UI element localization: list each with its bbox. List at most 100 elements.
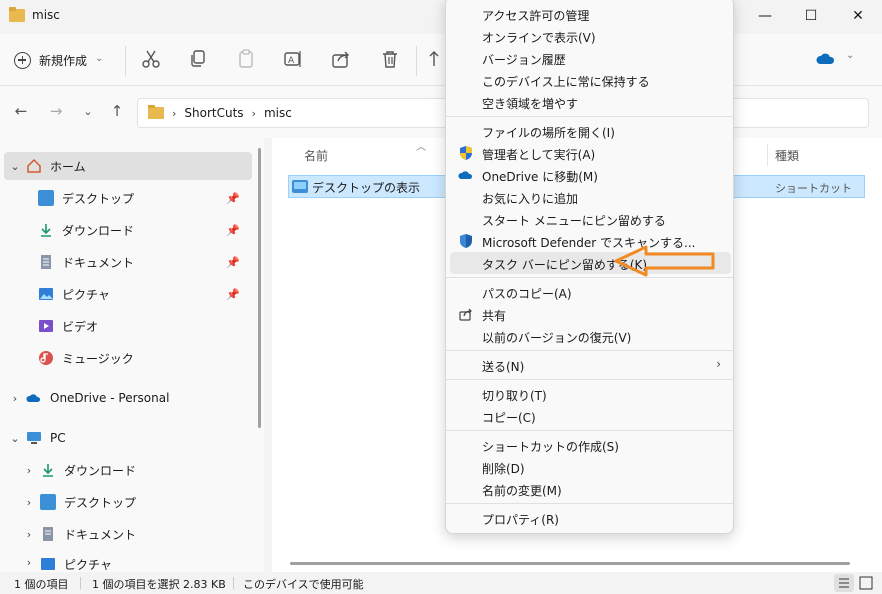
menu-item-run-as-admin[interactable]: 管理者として実行(A) xyxy=(450,142,731,164)
column-divider[interactable] xyxy=(767,144,768,166)
chevron-right-icon[interactable]: › xyxy=(4,392,26,405)
menu-item-cut[interactable]: 切り取り(T) xyxy=(450,383,731,405)
chevron-right-icon: › xyxy=(716,357,721,371)
menu-item-label: 削除(D) xyxy=(482,462,525,476)
chevron-down-icon[interactable]: ⌄ xyxy=(4,432,26,445)
menu-item-free-up-space[interactable]: 空き領域を増やす xyxy=(450,91,731,113)
recent-locations-button[interactable]: ⌄ xyxy=(77,105,99,118)
back-button[interactable]: ← xyxy=(10,102,32,120)
chevron-right-icon: › xyxy=(172,106,177,120)
sidebar-item-label: ダウンロード xyxy=(64,463,137,478)
sidebar-item-label: ダウンロード xyxy=(62,223,135,238)
share-icon[interactable] xyxy=(330,48,352,70)
menu-item-label: 空き領域を増やす xyxy=(482,97,579,111)
menu-item-view-online[interactable]: オンラインで表示(V) xyxy=(450,25,731,47)
sidebar-item-pc-pictures[interactable]: › ピクチャ xyxy=(18,552,254,572)
sidebar-scrollbar[interactable] xyxy=(258,148,261,428)
menu-item-copy[interactable]: コピー(C) xyxy=(450,405,731,427)
tiles-view-icon[interactable] xyxy=(856,574,876,592)
menu-item-label: 管理者として実行(A) xyxy=(482,148,596,162)
chevron-right-icon[interactable]: › xyxy=(18,464,40,477)
menu-item-move-to-onedrive[interactable]: OneDrive に移動(M) xyxy=(450,164,731,186)
sidebar-item-pc[interactable]: ⌄ PC xyxy=(4,424,254,452)
cut-icon[interactable] xyxy=(140,48,162,70)
pin-icon[interactable]: 📌 xyxy=(226,192,240,205)
menu-item-version-history[interactable]: バージョン履歴 xyxy=(450,47,731,69)
sidebar-item-label: デスクトップ xyxy=(62,191,135,206)
copy-icon[interactable] xyxy=(187,48,209,70)
up-button[interactable]: ↑ xyxy=(106,102,128,120)
sidebar-item-documents[interactable]: ドキュメント 📌 xyxy=(38,248,256,276)
menu-item-restore-previous[interactable]: 以前のバージョンの復元(V) xyxy=(450,325,731,347)
menu-item-label: オンラインで表示(V) xyxy=(482,31,596,45)
sidebar-item-pc-desktop[interactable]: › デスクトップ xyxy=(18,488,254,516)
window-title: misc xyxy=(32,8,60,22)
minimize-button[interactable]: — xyxy=(742,0,788,32)
toolbar-divider xyxy=(125,46,126,76)
desktop-icon xyxy=(38,190,54,206)
menu-item-copy-path[interactable]: パスのコピー(A) xyxy=(450,281,731,303)
horizontal-scrollbar[interactable] xyxy=(290,562,850,565)
menu-item-pin-to-start[interactable]: スタート メニューにピン留めする xyxy=(450,208,731,230)
title-bar: misc — ☐ ✕ xyxy=(0,0,882,34)
sidebar-item-onedrive[interactable]: › OneDrive - Personal xyxy=(4,384,254,412)
sidebar-item-home[interactable]: ⌄ ホーム xyxy=(4,152,252,180)
sidebar-item-label: ピクチャ xyxy=(64,558,112,572)
new-button[interactable]: 新規作成 ⌄ xyxy=(14,47,103,73)
menu-item-open-file-location[interactable]: ファイルの場所を開く(I) xyxy=(450,120,731,142)
onedrive-cloud-icon xyxy=(26,394,41,402)
menu-item-add-to-favorites[interactable]: お気に入りに追加 xyxy=(450,186,731,208)
pin-icon[interactable]: 📌 xyxy=(226,288,240,301)
sidebar-item-pc-documents[interactable]: › ドキュメント xyxy=(18,520,254,548)
plus-icon xyxy=(14,51,31,69)
menu-item-always-keep[interactable]: このデバイス上に常に保持する xyxy=(450,69,731,91)
svg-text:A: A xyxy=(288,56,295,66)
music-icon xyxy=(39,351,53,365)
folder-icon xyxy=(9,7,25,22)
column-header-name[interactable]: 名前 xyxy=(304,147,328,164)
details-view-icon[interactable] xyxy=(834,574,854,592)
menu-item-share[interactable]: 共有 xyxy=(450,303,731,325)
folder-icon xyxy=(148,105,164,119)
command-bar: 新規作成 ⌄ A ⌄ xyxy=(0,34,882,86)
chevron-down-icon[interactable]: ⌄ xyxy=(4,160,26,173)
sidebar-item-pictures[interactable]: ピクチャ 📌 xyxy=(38,280,256,308)
paste-icon[interactable] xyxy=(235,48,257,70)
sidebar-item-downloads[interactable]: ダウンロード 📌 xyxy=(38,216,256,244)
maximize-button[interactable]: ☐ xyxy=(788,0,834,32)
menu-separator xyxy=(446,503,733,504)
close-button[interactable]: ✕ xyxy=(835,0,881,32)
chevron-right-icon[interactable]: › xyxy=(18,556,40,569)
forward-button[interactable]: → xyxy=(45,102,67,120)
menu-separator xyxy=(446,116,733,117)
sidebar-item-pc-downloads[interactable]: › ダウンロード xyxy=(18,456,254,484)
pin-icon[interactable]: 📌 xyxy=(226,256,240,269)
menu-item-create-shortcut[interactable]: ショートカットの作成(S) xyxy=(450,434,731,456)
menu-item-delete[interactable]: 削除(D) xyxy=(450,456,731,478)
sidebar-item-label: ビデオ xyxy=(62,319,99,334)
menu-item-manage-access[interactable]: アクセス許可の管理 xyxy=(450,3,731,25)
sidebar-item-music[interactable]: ミュージック xyxy=(38,344,256,372)
menu-item-label: 切り取り(T) xyxy=(482,389,547,403)
breadcrumb-misc[interactable]: misc xyxy=(264,106,292,120)
menu-item-send-to[interactable]: 送る(N) › xyxy=(450,354,731,376)
sidebar-item-videos[interactable]: ビデオ xyxy=(38,312,256,340)
rename-icon[interactable]: A xyxy=(282,48,304,70)
pin-icon[interactable]: 📌 xyxy=(226,224,240,237)
menu-item-properties[interactable]: プロパティ(R) xyxy=(450,507,731,529)
onedrive-cloud-icon[interactable] xyxy=(815,48,837,70)
chevron-right-icon[interactable]: › xyxy=(18,528,40,541)
item-count: 1 個の項目 xyxy=(14,578,69,591)
share-icon xyxy=(459,308,472,321)
column-header-type[interactable]: 種類 xyxy=(775,147,799,164)
sidebar-item-desktop[interactable]: デスクトップ 📌 xyxy=(38,184,256,212)
shortcut-icon xyxy=(292,180,308,193)
menu-item-label: OneDrive に移動(M) xyxy=(482,170,598,184)
breadcrumb-shortcuts[interactable]: ShortCuts xyxy=(184,106,243,120)
delete-icon[interactable] xyxy=(379,48,401,70)
chevron-right-icon[interactable]: › xyxy=(18,496,40,509)
menu-item-label: このデバイス上に常に保持する xyxy=(482,75,650,89)
chevron-down-icon[interactable]: ⌄ xyxy=(846,50,854,61)
menu-item-rename[interactable]: 名前の変更(M) xyxy=(450,478,731,500)
menu-separator xyxy=(446,379,733,380)
